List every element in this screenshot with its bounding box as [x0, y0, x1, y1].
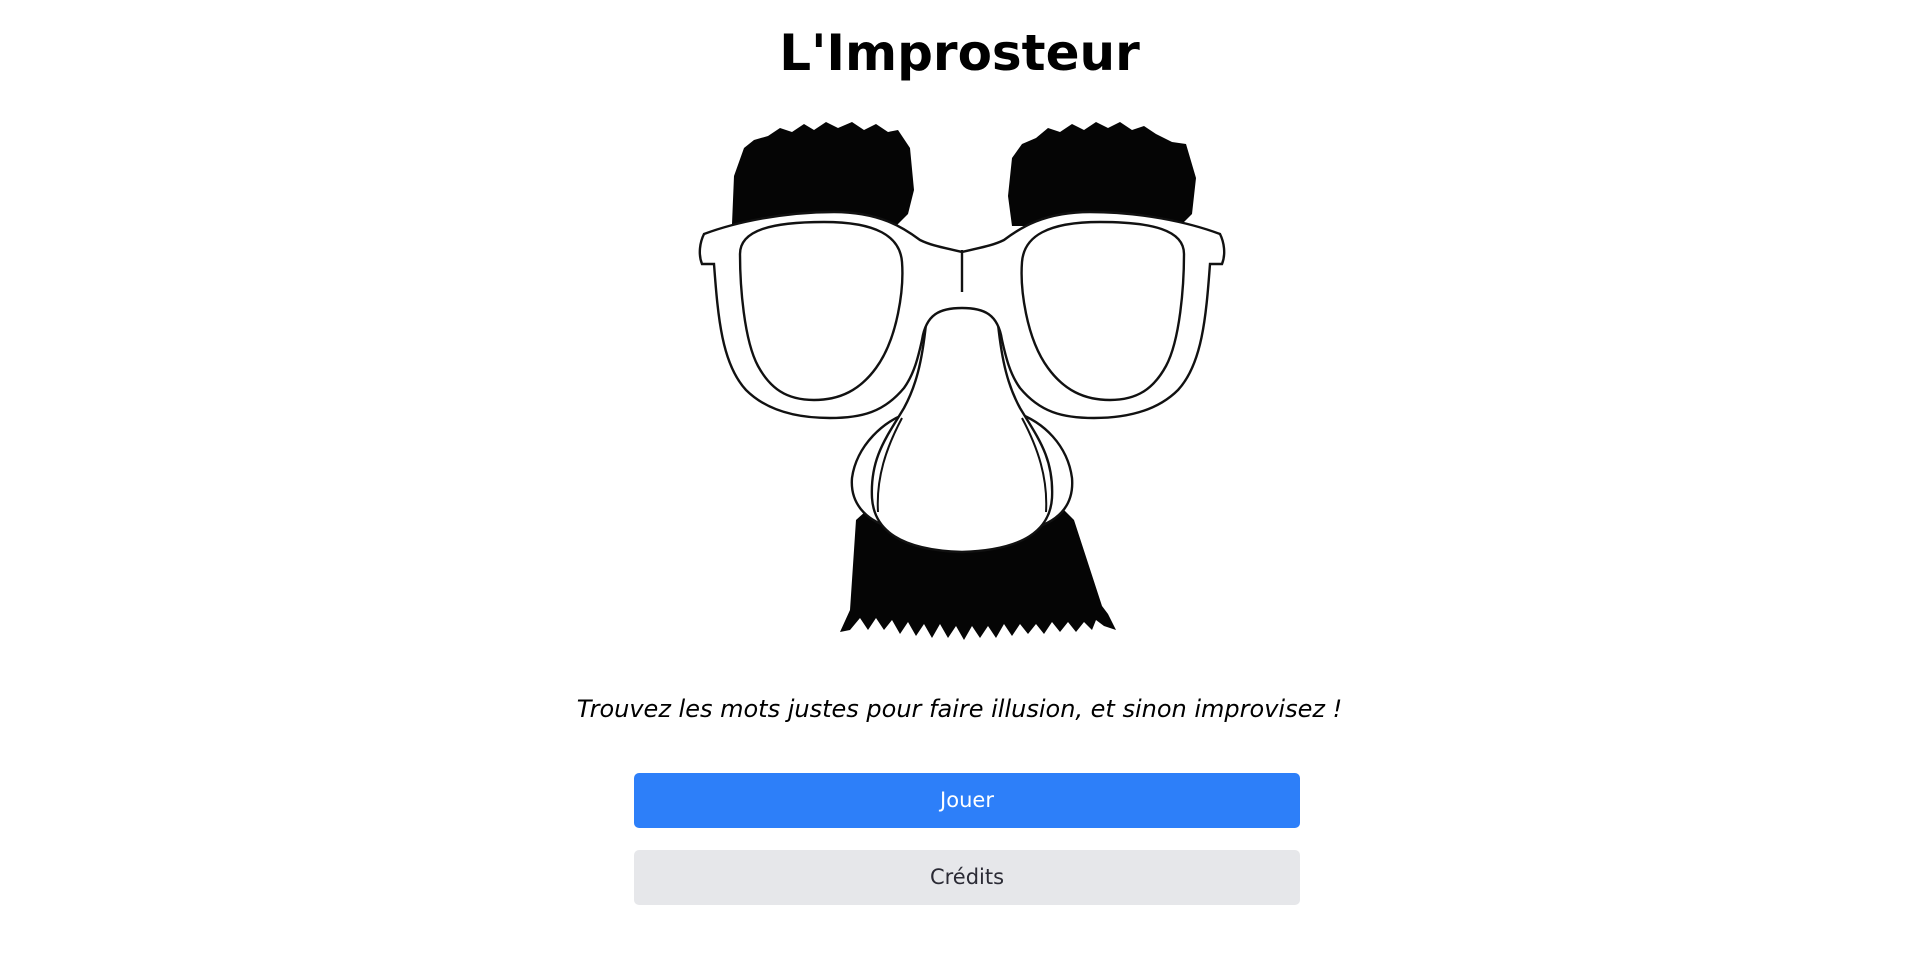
tagline: Trouvez les mots justes pour faire illus…: [576, 695, 1343, 723]
home-page: L'Improsteur Trouvez les mots justes pou…: [0, 0, 1919, 964]
groucho-glasses-disguise-icon: [698, 122, 1226, 640]
credits-button[interactable]: Crédits: [634, 850, 1300, 905]
play-button[interactable]: Jouer: [634, 773, 1300, 828]
right-eyebrow-icon: [1008, 122, 1196, 226]
page-title: L'Improsteur: [779, 24, 1140, 82]
